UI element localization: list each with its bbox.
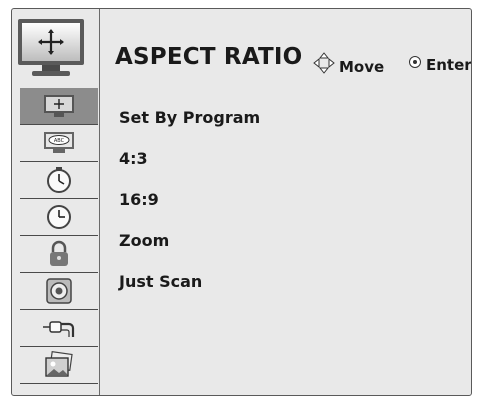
- ok-button-icon: [408, 54, 422, 73]
- menu-header: ASPECT RATIO Move Enter: [115, 44, 471, 78]
- photo-icon: [43, 351, 75, 379]
- input-cable-icon: [41, 315, 77, 341]
- move-hint: Move: [313, 52, 384, 78]
- speaker-icon: [45, 277, 73, 305]
- clock-icon: [45, 203, 73, 231]
- sidebar-item-picture[interactable]: [20, 88, 98, 125]
- audio-icon: ABC: [41, 130, 77, 156]
- option-zoom[interactable]: Zoom: [119, 220, 471, 261]
- aspect-ratio-options: Set By Program 4:3 16:9 Zoom Just Scan: [119, 97, 471, 302]
- aspect-ratio-picture-icon: [16, 15, 90, 87]
- enter-hint: Enter: [408, 52, 472, 74]
- option-just-scan[interactable]: Just Scan: [119, 261, 471, 302]
- sidebar-list: ABC: [20, 88, 98, 384]
- sidebar-item-time[interactable]: [20, 199, 98, 236]
- menu-panel: ABC ASPECT RATIO Move Enter Set By Progr…: [11, 8, 472, 396]
- direction-arrows-icon: [313, 52, 335, 78]
- svg-text:ABC: ABC: [54, 138, 65, 144]
- option-4-3[interactable]: 4:3: [119, 138, 471, 179]
- sidebar-item-lock[interactable]: [20, 236, 98, 273]
- page-title: ASPECT RATIO: [115, 44, 303, 70]
- sidebar-item-input[interactable]: [20, 310, 98, 347]
- enter-label: Enter: [426, 56, 472, 74]
- move-label: Move: [339, 58, 385, 76]
- timer-icon: [45, 166, 73, 194]
- picture-icon: [42, 93, 76, 119]
- option-16-9[interactable]: 16:9: [119, 179, 471, 220]
- sidebar-item-audio[interactable]: ABC: [20, 125, 98, 162]
- sidebar: ABC: [12, 9, 100, 395]
- lock-icon: [46, 240, 72, 268]
- sidebar-item-photo[interactable]: [20, 347, 98, 384]
- sidebar-item-option[interactable]: [20, 273, 98, 310]
- sidebar-item-timer[interactable]: [20, 162, 98, 199]
- option-set-by-program[interactable]: Set By Program: [119, 97, 471, 138]
